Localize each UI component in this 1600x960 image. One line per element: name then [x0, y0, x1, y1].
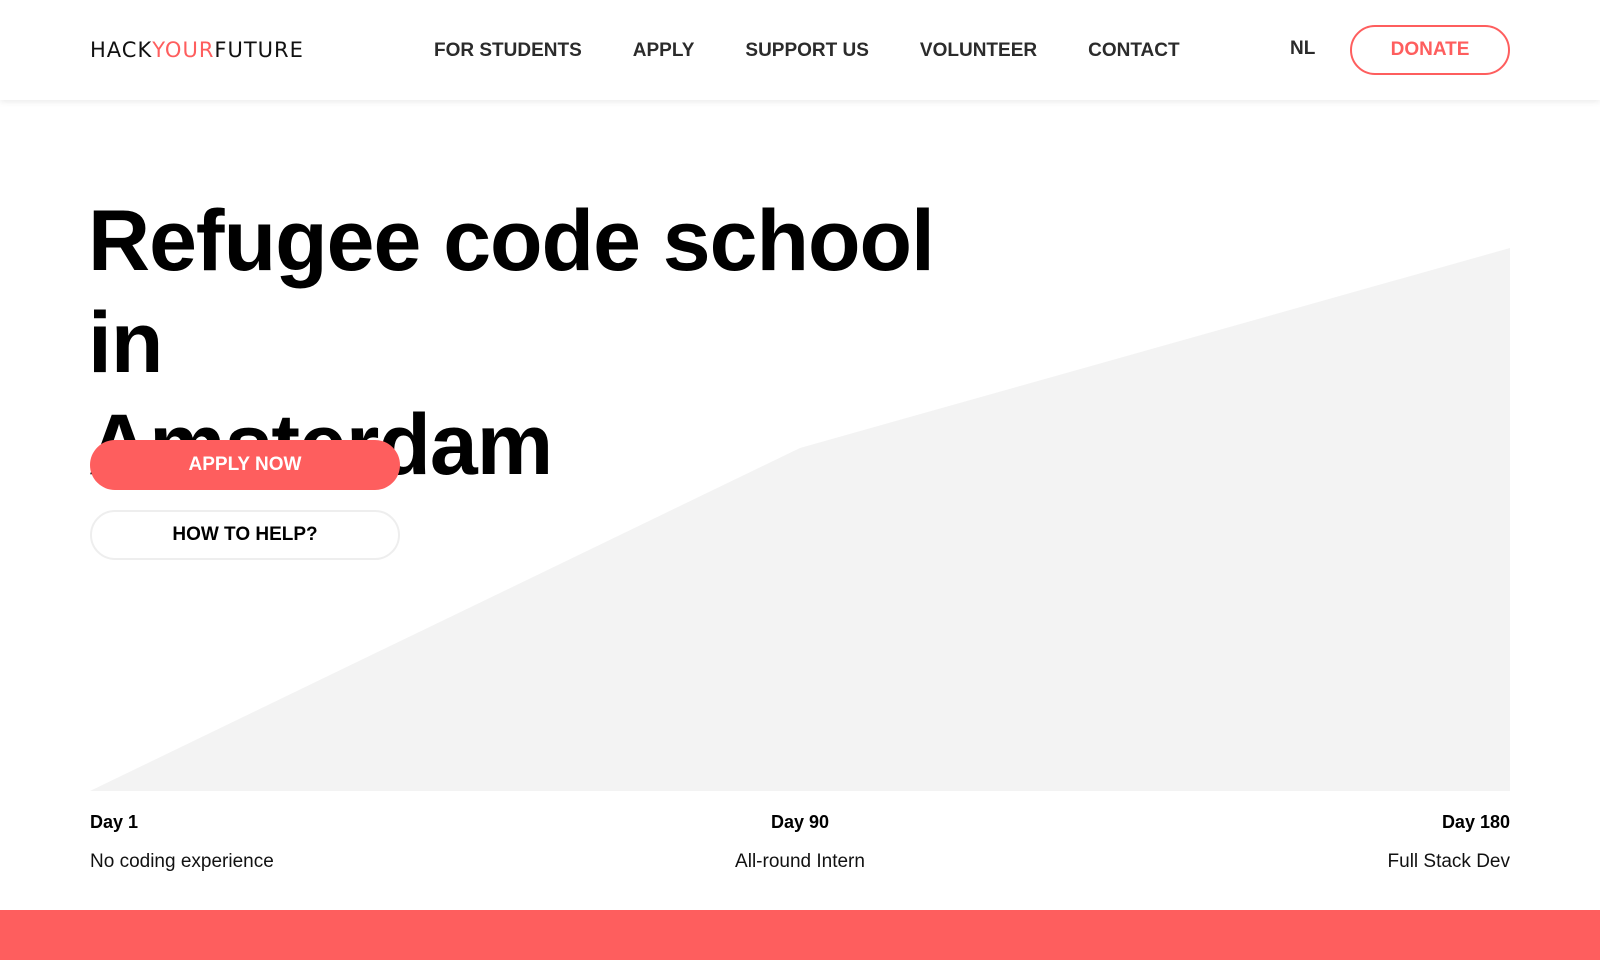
nav-volunteer[interactable]: VOLUNTEER	[920, 40, 1037, 62]
nav-apply[interactable]: APPLY	[633, 40, 695, 62]
page-title-line1: Refugee code school in	[88, 193, 935, 391]
language-switch-nl[interactable]: NL	[1290, 38, 1315, 60]
milestone-day-1: Day 1 No coding experience	[90, 810, 274, 874]
milestone-day-label: Day 180	[1441, 812, 1510, 832]
bottom-accent-band	[0, 910, 1600, 960]
logo-part-your: YOUR	[152, 38, 215, 62]
milestone-day-label: Day 90	[770, 812, 830, 832]
nav-for-students[interactable]: FOR STUDENTS	[434, 40, 582, 62]
nav-contact[interactable]: CONTACT	[1088, 40, 1179, 62]
logo-part-future: FUTURE	[214, 38, 304, 62]
milestone-description: Full Stack Dev	[1387, 851, 1510, 872]
nav-support-us[interactable]: SUPPORT US	[745, 40, 869, 62]
apply-now-button[interactable]: APPLY NOW	[90, 440, 400, 490]
milestone-description: All-round Intern	[735, 851, 865, 872]
milestone-day-90: Day 90 All-round Intern	[700, 810, 900, 874]
site-header: HACK YOUR FUTURE FOR STUDENTS APPLY SUPPOR…	[0, 0, 1600, 100]
logo-part-hack: HACK	[90, 38, 153, 62]
how-to-help-button[interactable]: HOW TO HELP?	[90, 510, 400, 560]
milestone-description: No coding experience	[90, 851, 274, 872]
hackyourfuture-logo[interactable]: HACK YOUR FUTURE	[90, 38, 304, 62]
donate-button[interactable]: DONATE	[1350, 25, 1510, 75]
main-nav: FOR STUDENTS APPLY SUPPORT US VOLUNTEER …	[434, 38, 1180, 64]
milestone-day-180: Day 180 Full Stack Dev	[1310, 810, 1510, 874]
milestone-day-label: Day 1	[90, 812, 139, 832]
